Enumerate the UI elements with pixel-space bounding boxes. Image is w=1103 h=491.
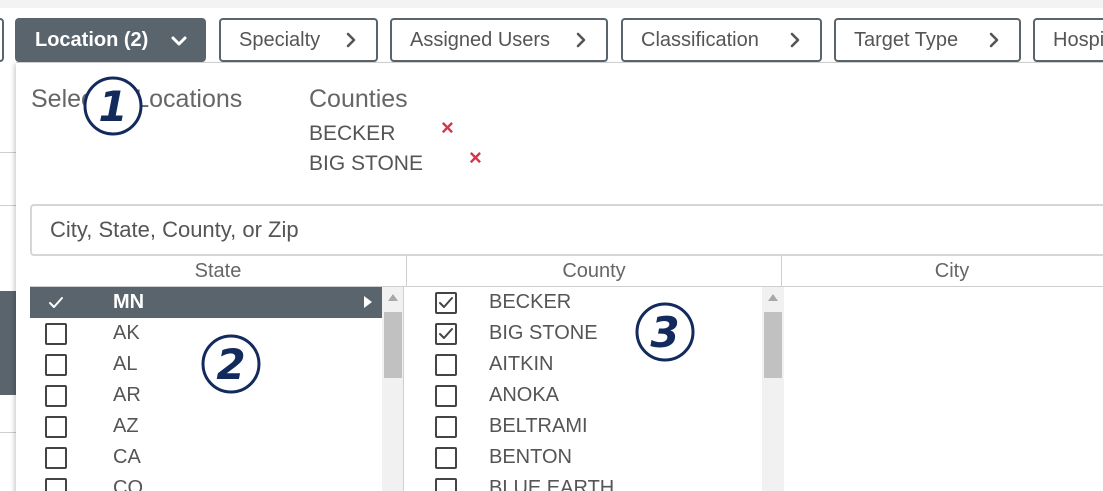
list-item[interactable]: AZ	[30, 411, 382, 442]
selected-county: BECKER	[309, 122, 396, 145]
scroll-up-icon[interactable]	[768, 294, 778, 301]
list-item[interactable]: AITKIN	[407, 349, 761, 380]
list-item-label: AK	[113, 322, 140, 344]
checkbox[interactable]	[45, 415, 67, 438]
list-item[interactable]: BENTON	[407, 442, 761, 473]
annotation-badge-2: 2	[201, 334, 261, 394]
list-item[interactable]: CO	[30, 473, 382, 491]
list-item-label: AITKIN	[489, 353, 554, 375]
checkbox[interactable]	[435, 446, 457, 469]
annotation-number: 3	[650, 308, 679, 357]
filter-assigned-users-button[interactable]: Assigned Users	[390, 18, 608, 62]
chevron-right-icon	[790, 32, 800, 48]
county-list: BECKER BIG STONE AITKIN ANOKA BELTRAMI BENTON…	[407, 287, 761, 491]
list-item[interactable]: BLUE EARTH	[407, 473, 761, 491]
location-search-input[interactable]	[30, 204, 1103, 256]
annotation-badge-3: 3	[635, 302, 695, 362]
filter-button-partial-left[interactable]	[0, 18, 4, 62]
list-item-label: CO	[113, 477, 143, 491]
filter-classification-button[interactable]: Classification	[621, 18, 822, 62]
annotation-number: 2	[216, 340, 245, 389]
list-item-label: BLUE EARTH	[489, 477, 615, 491]
checkbox-checked[interactable]	[435, 291, 457, 314]
list-item-label: BIG STONE	[489, 322, 598, 344]
checkbox[interactable]	[435, 477, 457, 491]
list-item[interactable]: CA	[30, 442, 382, 473]
scroll-thumb[interactable]	[764, 312, 782, 378]
column-header-county: County	[407, 256, 782, 287]
column-header-state: State	[30, 256, 407, 287]
annotation-number: 1	[98, 82, 127, 131]
caret-right-icon	[364, 296, 372, 308]
checkbox[interactable]	[45, 353, 67, 376]
checkbox[interactable]	[435, 384, 457, 407]
list-item[interactable]: ANOKA	[407, 380, 761, 411]
checkbox[interactable]	[45, 384, 67, 407]
list-item[interactable]: BECKER	[407, 287, 761, 318]
selected-county: BIG STONE	[309, 152, 423, 175]
list-item-label: CA	[113, 446, 141, 468]
filter-hospital-label: Hospi	[1053, 28, 1103, 51]
checkbox[interactable]	[45, 446, 67, 469]
county-list-scrollbar[interactable]	[762, 287, 784, 491]
list-item-label: ANOKA	[489, 384, 560, 406]
background-highlight	[0, 291, 16, 395]
filter-location-button[interactable]: Location (2)	[15, 18, 206, 62]
checkbox[interactable]	[45, 477, 67, 491]
counties-heading: Counties	[309, 85, 408, 113]
checkbox-checked[interactable]	[435, 322, 457, 345]
filter-target-type-label: Target Type	[854, 28, 959, 51]
annotation-badge-1: 1	[83, 76, 143, 136]
background-divider	[0, 152, 16, 153]
list-item-label: BELTRAMI	[489, 415, 588, 437]
background-divider	[0, 205, 16, 206]
remove-county-icon[interactable]: ×	[441, 117, 454, 139]
location-dropdown-panel: Selected Locations Counties BECKER × BIG…	[16, 62, 1103, 491]
filter-target-type-button[interactable]: Target Type	[834, 18, 1021, 62]
background-divider	[0, 432, 16, 433]
checkmark-icon	[439, 296, 453, 308]
checkbox[interactable]	[45, 322, 67, 345]
scroll-thumb[interactable]	[384, 312, 402, 378]
top-strip	[0, 0, 1103, 8]
list-item[interactable]: BIG STONE	[407, 318, 761, 349]
list-item-label: MN	[113, 291, 145, 313]
list-item[interactable]: MN	[30, 287, 382, 318]
chevron-right-icon	[989, 32, 999, 48]
filter-specialty-button[interactable]: Specialty	[219, 18, 378, 62]
list-item-label: AR	[113, 384, 141, 406]
remove-county-icon[interactable]: ×	[469, 147, 482, 169]
checkmark-icon	[49, 296, 63, 308]
filter-classification-label: Classification	[641, 28, 759, 51]
chevron-down-icon	[171, 36, 187, 46]
city-list	[786, 287, 1103, 491]
list-item-label: AL	[113, 353, 138, 375]
chevron-right-icon	[346, 32, 356, 48]
filter-specialty-label: Specialty	[239, 28, 321, 51]
filter-hospital-button[interactable]: Hospi	[1033, 18, 1103, 62]
state-list-scrollbar[interactable]	[382, 287, 404, 491]
checkbox[interactable]	[435, 353, 457, 376]
scroll-up-icon[interactable]	[388, 294, 398, 301]
list-item[interactable]: BELTRAMI	[407, 411, 761, 442]
list-item-label: AZ	[113, 415, 139, 437]
checkbox-checked[interactable]	[45, 292, 67, 314]
filter-assigned-users-label: Assigned Users	[410, 28, 551, 51]
chevron-right-icon	[576, 32, 586, 48]
checkbox[interactable]	[435, 415, 457, 438]
list-item-label: BENTON	[489, 446, 572, 468]
column-header-city: City	[782, 256, 1103, 287]
filter-location-label: Location (2)	[35, 28, 149, 51]
list-item-label: BECKER	[489, 291, 572, 313]
checkmark-icon	[439, 327, 453, 339]
